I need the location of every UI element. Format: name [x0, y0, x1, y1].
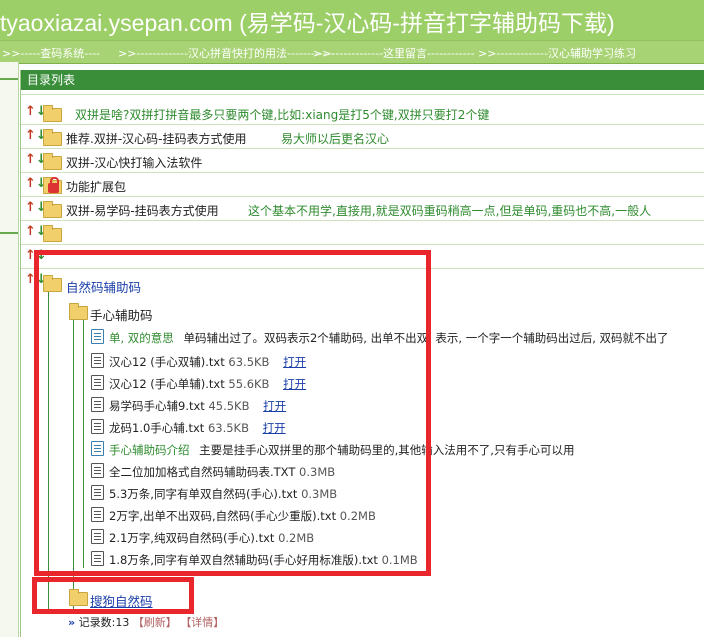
file-entry[interactable]: 2万字,出单不出双码,自然码(手心少重版).txt 0.2MB	[109, 508, 376, 524]
file-entry[interactable]: 5.3万条,同字有单双自然码(手心).txt 0.3MB	[109, 486, 337, 502]
folder-icon	[43, 225, 62, 242]
file-size: 0.2MB	[278, 531, 315, 545]
file-name[interactable]: 龙码1.0手心辅.txt	[109, 421, 204, 435]
file-description: 单码辅出过了。双码表示2个辅助码, 出单不出双, 表示, 一个字一个辅助码出过后…	[183, 331, 669, 345]
file-name[interactable]: 手心辅助码介绍	[109, 443, 190, 457]
folder-name[interactable]: 功能扩展包	[66, 178, 126, 195]
note-icon	[91, 329, 104, 344]
tree-line	[48, 292, 49, 612]
list-item[interactable]: ↑↓	[21, 222, 704, 245]
file-entry[interactable]: 单, 双的意思 单码辅出过了。双码表示2个辅助码, 出单不出双, 表示, 一个字…	[109, 330, 669, 346]
list-item[interactable]: ↑↓	[21, 246, 704, 269]
text-file-icon	[91, 507, 104, 522]
tree-sub-folder[interactable]: 手心辅助码	[90, 305, 153, 324]
file-name[interactable]: 1.8万条,同字有单双自然辅助码(手心好用标准版).txt	[109, 553, 378, 567]
text-file-icon	[91, 397, 104, 412]
file-name[interactable]: 汉心12 (手心单辅).txt	[109, 377, 225, 391]
file-size: 63.5KB	[228, 355, 270, 369]
folder-icon	[43, 129, 62, 146]
file-size: 0.1MB	[381, 553, 418, 567]
nav-link-practice[interactable]: >>-------------汉心辅助学习练习	[478, 45, 636, 61]
file-entry[interactable]: 手心辅助码介绍 主要是挂手心双拼里的那个辅助码里的,其他输入法用不了,只有手心可…	[109, 442, 574, 458]
file-entry[interactable]: 全二位加加格式自然码辅助码表.TXT 0.3MB	[109, 464, 335, 480]
folder-open-icon	[43, 275, 62, 292]
tree-line	[73, 320, 74, 612]
refresh-link[interactable]: 【刷新】	[133, 616, 177, 629]
file-entry[interactable]: 龙码1.0手心辅.txt 63.5KB 打开	[109, 420, 286, 436]
tree-line	[83, 320, 84, 568]
file-name[interactable]: 5.3万条,同字有单双自然码(手心).txt	[109, 487, 297, 501]
list-item[interactable]: ↑↓ 双拼-易学码-挂码表方式使用 这个基本不用学,直接用,就是双码重码稍高一点…	[21, 198, 704, 221]
open-link[interactable]: 打开	[283, 355, 306, 369]
file-name[interactable]: 汉心12 (手心双辅).txt	[109, 355, 225, 369]
text-file-icon	[91, 463, 104, 478]
folder-name[interactable]: 双拼-易学码-挂码表方式使用	[66, 202, 219, 219]
list-item[interactable]: ↑↓ 功能扩展包	[21, 174, 704, 197]
file-name[interactable]: 2.1万字,纯双码自然码(手心).txt	[109, 531, 274, 545]
list-footer: » 记录数:13 【刷新】 【详情】	[68, 614, 224, 630]
footer-arrows: »	[68, 616, 76, 629]
left-pane-divider	[0, 78, 18, 80]
list-item[interactable]: ↑↓ 双拼是啥?双拼打拼音最多只要两个键,比如:xiang是打5个键,双拼只要打…	[21, 102, 704, 125]
file-entry[interactable]: 汉心12 (手心双辅).txt 63.5KB 打开	[109, 354, 306, 370]
lock-icon	[48, 177, 59, 193]
sort-arrows-icon[interactable]: ↑↓	[25, 249, 47, 263]
file-name[interactable]: 2万字,出单不出双码,自然码(手心少重版).txt	[109, 509, 336, 523]
text-file-icon	[91, 353, 104, 368]
nav-link-lookup[interactable]: >>-----查码系统----	[2, 45, 100, 61]
list-item[interactable]: ↑↓ 推荐.双拼-汉心码-挂码表方式使用 易大师以后更名汉心	[21, 126, 704, 149]
file-size: 0.3MB	[301, 487, 338, 501]
file-description: 主要是挂手心双拼里的那个辅助码里的,其他输入法用不了,只有手心可以用	[199, 443, 575, 457]
tree-root-folder[interactable]: 自然码辅助码	[66, 277, 141, 296]
file-size: 63.5KB	[207, 421, 249, 435]
file-entry[interactable]: 1.8万条,同字有单双自然辅助码(手心好用标准版).txt 0.1MB	[109, 552, 418, 568]
folder-icon	[69, 589, 88, 606]
nav-link-usage[interactable]: >>-------------汉心拼音快打的用法------------	[118, 45, 335, 61]
panel-title: 目录列表	[27, 73, 76, 87]
note-icon	[91, 441, 104, 456]
text-file-icon	[91, 419, 104, 434]
text-file-icon	[91, 551, 104, 566]
list-item	[21, 90, 704, 95]
site-title: tyaoxiazai.ysepan.com (易学码-汉心码-拼音打字辅助码下载…	[0, 10, 615, 36]
file-size: 55.6KB	[228, 377, 270, 391]
folder-icon	[43, 153, 62, 170]
file-entry[interactable]: 2.1万字,纯双码自然码(手心).txt 0.2MB	[109, 530, 314, 546]
text-file-icon	[91, 529, 104, 544]
file-name[interactable]: 单, 双的意思	[109, 331, 174, 345]
file-size: 45.5KB	[208, 399, 250, 413]
open-link[interactable]: 打开	[283, 377, 306, 391]
folder-name[interactable]: 双拼是啥?双拼打拼音最多只要两个键,比如:xiang是打5个键,双拼只要打2个键	[75, 106, 489, 123]
panel-header: 目录列表	[21, 70, 704, 90]
folder-icon	[43, 201, 62, 218]
file-name[interactable]: 易学码手心辅9.txt	[109, 399, 205, 413]
left-pane	[0, 62, 19, 637]
file-entry[interactable]: 易学码手心辅9.txt 45.5KB 打开	[109, 398, 286, 414]
open-link[interactable]: 打开	[263, 421, 286, 435]
open-link[interactable]: 打开	[263, 399, 286, 413]
nav-bar: >>-----查码系统---- >>-------------汉心拼音快打的用法…	[0, 40, 704, 64]
folder-description: 这个基本不用学,直接用,就是双码重码稍高一点,但是单码,重码也不高,一般人	[248, 204, 652, 218]
left-pane-divider	[0, 232, 18, 234]
folder-icon	[43, 105, 62, 122]
file-entry[interactable]: 汉心12 (手心单辅).txt 55.6KB 打开	[109, 376, 306, 392]
text-file-icon	[91, 485, 104, 500]
text-file-icon	[91, 375, 104, 390]
folder-name[interactable]: 推荐.双拼-汉心码-挂码表方式使用	[66, 130, 246, 147]
detail-link[interactable]: 【详情】	[180, 616, 224, 629]
file-size: 0.2MB	[339, 509, 376, 523]
file-name[interactable]: 全二位加加格式自然码辅助码表.TXT	[109, 465, 295, 479]
list-item[interactable]: ↑↓ 双拼-汉心快打输入法软件	[21, 150, 704, 173]
record-count: 记录数:13	[78, 616, 130, 629]
site-header: tyaoxiazai.ysepan.com (易学码-汉心码-拼音打字辅助码下载…	[0, 0, 704, 40]
folder-open-icon	[69, 303, 88, 320]
nav-link-guestbook[interactable]: >>-------------这里留言------------	[313, 45, 475, 61]
directory-panel: 目录列表 ↑↓ 双拼是啥?双拼打拼音最多只要两个键,比如:xiang是打5个键,…	[20, 70, 704, 637]
folder-name[interactable]: 双拼-汉心快打输入法软件	[66, 154, 202, 171]
tree-sibling-folder[interactable]: 搜狗自然码	[90, 591, 153, 610]
file-size: 0.3MB	[299, 465, 336, 479]
folder-description: 易大师以后更名汉心	[281, 132, 390, 146]
